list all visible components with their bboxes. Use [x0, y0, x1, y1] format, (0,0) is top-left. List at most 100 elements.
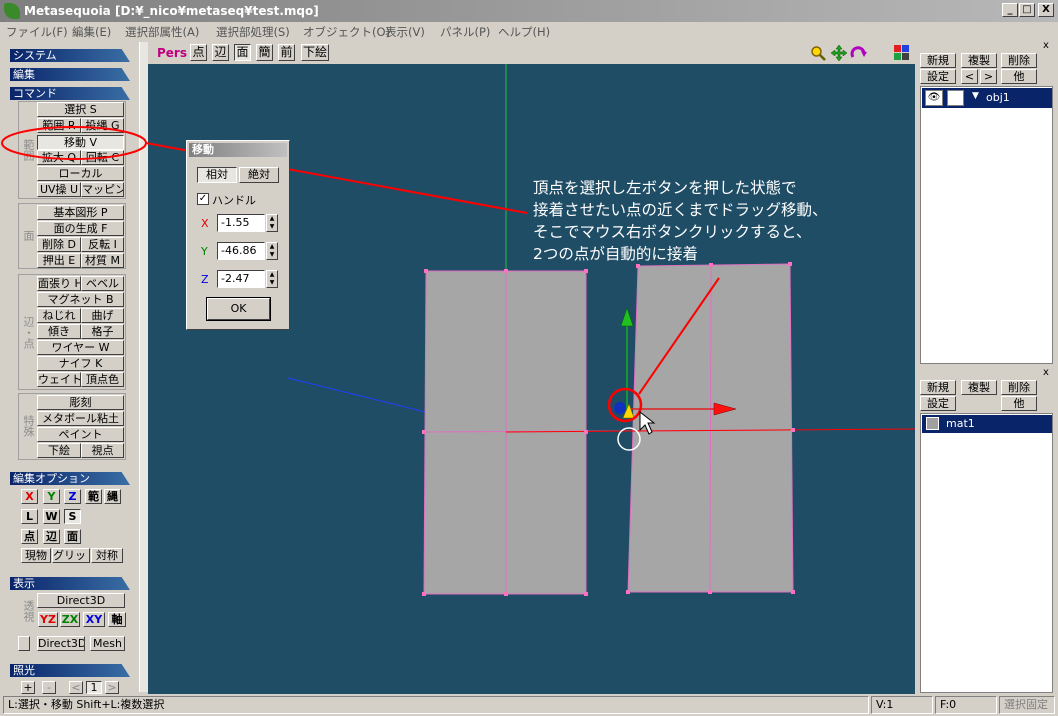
bevel-button[interactable]: ベベル — [81, 276, 124, 291]
lock-toggle-icon[interactable] — [947, 90, 964, 106]
x-value-input[interactable]: -1.55 — [217, 214, 265, 232]
object-prev-button[interactable]: < — [961, 69, 978, 84]
trace-button[interactable]: 下絵 — [37, 443, 81, 458]
simple-display-button[interactable]: 簡 — [256, 44, 273, 61]
object-panel-close[interactable]: x — [1043, 40, 1049, 51]
display-section-header[interactable]: 表示 — [10, 577, 130, 590]
sculpt-button[interactable]: 彫刻 — [37, 395, 124, 410]
front-display-button[interactable]: 前 — [278, 44, 295, 61]
material-settings-button[interactable]: 設定 — [920, 396, 956, 411]
face-display-button[interactable]: 面 — [234, 44, 251, 61]
y-lock-button[interactable]: Y — [43, 489, 60, 504]
material-delete-button[interactable]: 削除 — [1001, 380, 1037, 395]
edge-display-button[interactable]: 辺 — [212, 44, 229, 61]
lasso-option-button[interactable]: 縄 — [104, 489, 121, 504]
rotate-button[interactable]: 回転 C — [81, 150, 124, 165]
xy-view-button[interactable]: XY — [83, 612, 105, 627]
y-value-input[interactable]: -46.86 — [217, 242, 265, 260]
object-settings-button[interactable]: 設定 — [920, 69, 956, 84]
x-lock-button[interactable]: X — [21, 489, 38, 504]
knife-button[interactable]: ナイフ K — [37, 356, 124, 371]
l-option-button[interactable]: L — [21, 509, 38, 524]
material-panel-close[interactable]: x — [1043, 367, 1049, 378]
menu-object[interactable]: オブジェクト(O) — [303, 24, 390, 40]
object-duplicate-button[interactable]: 複製 — [961, 53, 997, 68]
direct3d-mode-button[interactable]: Direct3D — [37, 636, 85, 651]
menu-view[interactable]: 表示(V) — [385, 24, 425, 40]
weight-button[interactable]: ウェイト — [37, 372, 81, 387]
edit-options-header[interactable]: 編集オプション — [10, 472, 130, 485]
material-other-button[interactable]: 他 — [1001, 396, 1037, 411]
ok-button[interactable]: OK — [206, 297, 271, 321]
lighting-prev-button[interactable]: < — [69, 681, 83, 694]
extrude-button[interactable]: 押出 E — [37, 253, 81, 268]
z-lock-button[interactable]: Z — [64, 489, 81, 504]
zx-view-button[interactable]: ZX — [60, 612, 80, 627]
tilt-button[interactable]: 傾き — [37, 324, 81, 339]
twist-button[interactable]: ねじれ — [37, 308, 81, 323]
grid-button[interactable]: グリッド — [52, 548, 90, 563]
x-spin-button[interactable]: ▲ ▼ — [266, 214, 278, 232]
menu-file[interactable]: ファイル(F) — [6, 24, 68, 40]
edit-section-header[interactable]: 編集 — [10, 68, 130, 81]
command-section-header[interactable]: コマンド — [10, 87, 130, 100]
viewpoint-button[interactable]: 視点 — [81, 443, 124, 458]
material-duplicate-button[interactable]: 複製 — [961, 380, 997, 395]
wire-button[interactable]: ワイヤー W — [37, 340, 124, 355]
object-other-button[interactable]: 他 — [1001, 69, 1037, 84]
s-option-button[interactable]: S — [64, 509, 81, 524]
rotate-view-icon[interactable] — [850, 45, 867, 61]
trace-display-button[interactable]: 下絵 — [301, 44, 329, 61]
maximize-button[interactable]: □ — [1019, 3, 1035, 17]
edge-mode-button[interactable]: 辺 — [43, 529, 60, 544]
select-button[interactable]: 選択 S — [37, 102, 124, 117]
magnet-button[interactable]: マグネット B — [37, 292, 124, 307]
object-list-item[interactable]: 👁 ▼ obj1 — [922, 88, 1052, 108]
zoom-icon[interactable] — [810, 45, 826, 61]
pan-icon[interactable] — [831, 45, 847, 61]
menu-selection-process[interactable]: 選択部処理(S) — [216, 24, 290, 40]
local-button[interactable]: ローカル — [37, 166, 124, 181]
point-mode-button[interactable]: 点 — [21, 529, 38, 544]
expand-triangle-icon[interactable]: ▼ — [972, 91, 979, 101]
absolute-button[interactable]: 絶対 — [239, 167, 279, 183]
uv-button[interactable]: UV操 U — [37, 182, 81, 197]
stretch-face-button[interactable]: 面張り H — [37, 276, 81, 291]
minimize-button[interactable]: _ — [1002, 3, 1018, 17]
point-display-button[interactable]: 点 — [190, 44, 207, 61]
object-list[interactable]: 👁 ▼ obj1 — [920, 86, 1053, 364]
invert-button[interactable]: 反転 I — [81, 237, 124, 252]
lasso-button[interactable]: 投縄 G — [81, 118, 124, 133]
z-spin-button[interactable]: ▲ ▼ — [266, 270, 278, 288]
selection-lock-indicator[interactable]: 選択固定 — [999, 696, 1055, 714]
menu-help[interactable]: ヘルプ(H) — [498, 24, 550, 40]
primitive-button[interactable]: 基本図形 P — [37, 205, 124, 220]
lighting-add-button[interactable]: + — [21, 681, 35, 694]
metaball-button[interactable]: メタボール粘土 — [37, 411, 124, 426]
menu-panel[interactable]: パネル(P) — [440, 24, 490, 40]
y-spin-button[interactable]: ▲ ▼ — [266, 242, 278, 260]
vertex-color-button[interactable]: 頂点色 — [81, 372, 124, 387]
lighting-remove-button[interactable]: - — [42, 681, 56, 694]
lighting-next-button[interactable]: > — [105, 681, 119, 694]
material-list-item[interactable]: mat1 — [922, 415, 1052, 433]
left-panel-scrollbar[interactable] — [139, 42, 148, 692]
material-new-button[interactable]: 新規 — [920, 380, 956, 395]
lighting-section-header[interactable]: 照光 — [10, 664, 130, 677]
mesh-mode-button[interactable]: Mesh — [90, 636, 125, 651]
object-delete-button[interactable]: 削除 — [1001, 53, 1037, 68]
handle-checkbox[interactable]: ✓ — [197, 193, 209, 205]
close-button[interactable]: X — [1038, 3, 1054, 17]
z-value-input[interactable]: -2.47 — [217, 270, 265, 288]
menu-edit[interactable]: 編集(E) — [72, 24, 111, 40]
material-list[interactable]: mat1 — [920, 413, 1053, 693]
mapping-button[interactable]: マッピング — [81, 182, 124, 197]
relative-button[interactable]: 相対 — [197, 167, 237, 183]
display-toggle-icon[interactable] — [18, 636, 30, 651]
object-next-button[interactable]: > — [980, 69, 997, 84]
current-object-button[interactable]: 現物 — [21, 548, 51, 563]
move-button[interactable]: 移動 V — [37, 135, 124, 150]
menu-selection-attr[interactable]: 選択部属性(A) — [125, 24, 199, 40]
view-layout-icon[interactable] — [894, 45, 909, 60]
delete-button[interactable]: 削除 D — [37, 237, 81, 252]
